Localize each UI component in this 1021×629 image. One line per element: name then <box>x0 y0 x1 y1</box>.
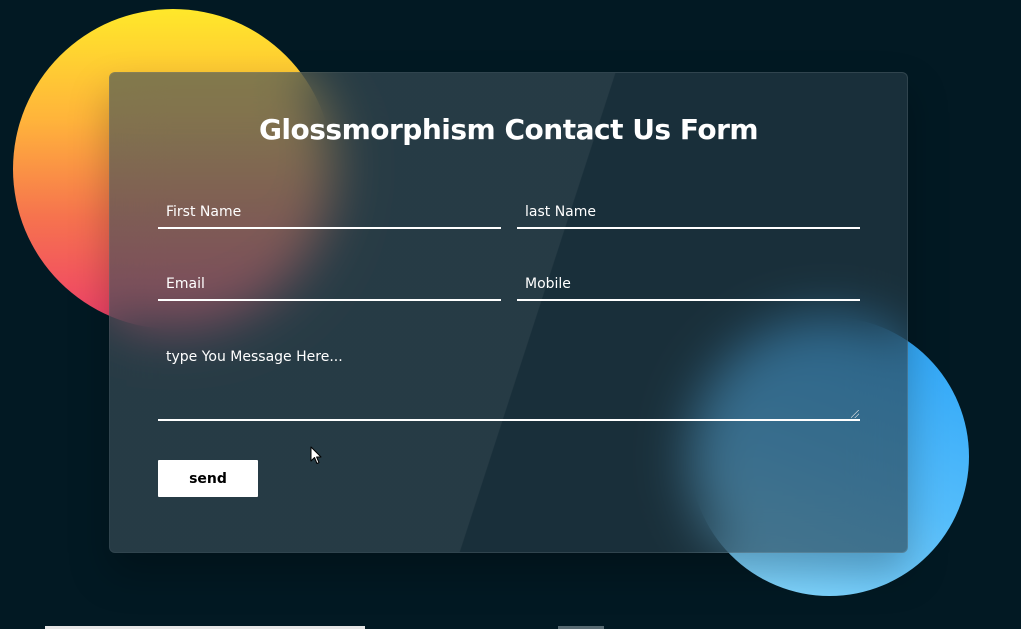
email-field <box>158 269 501 301</box>
mouse-pointer-icon <box>310 446 322 464</box>
mobile-input[interactable] <box>517 269 860 299</box>
form-title: Glossmorphism Contact Us Form <box>258 113 759 146</box>
last-name-input[interactable] <box>517 197 860 227</box>
email-input[interactable] <box>158 269 501 299</box>
message-textarea[interactable] <box>158 339 860 419</box>
mobile-field <box>517 269 860 301</box>
page-background: Glossmorphism Contact Us Form send <box>0 0 1021 629</box>
send-button[interactable]: send <box>158 460 258 497</box>
message-field <box>158 339 860 421</box>
first-name-field <box>158 197 501 229</box>
first-name-input[interactable] <box>158 197 501 227</box>
resize-grip-icon[interactable] <box>851 410 859 418</box>
contact-form-card: Glossmorphism Contact Us Form send <box>109 72 908 553</box>
last-name-field <box>517 197 860 229</box>
